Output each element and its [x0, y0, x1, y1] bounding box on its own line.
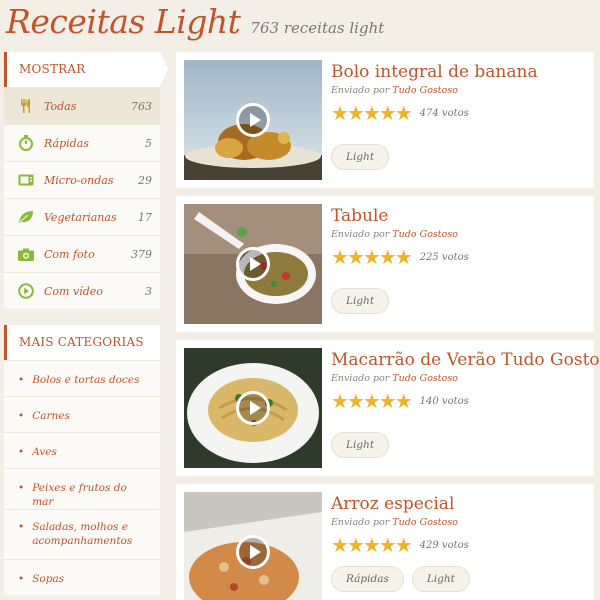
recipe-thumbnail[interactable]: [184, 492, 322, 600]
author-link[interactable]: Tudo Gostoso: [392, 373, 458, 384]
category-label: Aves: [32, 446, 57, 458]
utensils-icon: [18, 98, 34, 114]
author-link[interactable]: Tudo Gostoso: [392, 229, 458, 240]
filter-vegetarianas[interactable]: Vegetarianas 17: [4, 198, 160, 235]
filter-panel-title: MOSTRAR: [4, 52, 168, 87]
microwave-icon: [18, 172, 34, 188]
filter-count: 3: [145, 284, 152, 298]
recipe-card: Macarrão de Verão Tudo Gostoso Enviado p…: [176, 340, 600, 476]
play-video-icon[interactable]: [236, 247, 270, 281]
page-title: Receitas Light: [6, 2, 241, 41]
recipe-title[interactable]: Macarrão de Verão Tudo Gostoso: [331, 348, 600, 372]
recipe-title[interactable]: Bolo integral de banana: [331, 60, 588, 84]
recipe-list: Bolo integral de banana Enviado por Tudo…: [176, 52, 600, 600]
filter-label: Com vídeo: [44, 284, 103, 298]
category-link[interactable]: • Bolos e tortas doces: [4, 360, 160, 396]
filter-panel: MOSTRAR Todas 763 Rápidas 5 Micro-ondas …: [4, 52, 168, 309]
filter-count: 17: [138, 210, 152, 224]
bullet-icon: •: [18, 573, 25, 585]
recipe-title[interactable]: Arroz especial: [331, 492, 588, 516]
bullet-icon: •: [18, 521, 25, 533]
vote-count: 225 votos: [419, 251, 469, 263]
page-header: Receitas Light 763 receitas light: [6, 0, 384, 44]
recipe-card: Bolo integral de banana Enviado por Tudo…: [176, 52, 594, 188]
recipe-byline: Enviado por Tudo Gostoso: [331, 85, 588, 96]
category-label: Bolos e tortas doces: [32, 374, 140, 386]
category-link[interactable]: • Aves: [4, 432, 160, 468]
star-rating-icon: ★★★★★: [331, 101, 413, 125]
bullet-icon: •: [18, 410, 25, 422]
categories-panel-title: MAIS CATEGORIAS: [4, 325, 160, 360]
tag-light[interactable]: Light: [411, 566, 470, 592]
play-circle-icon: [18, 283, 34, 299]
filter-label: Todas: [44, 99, 77, 113]
star-rating-icon: ★★★★★: [331, 245, 413, 269]
recipe-byline: Enviado por Tudo Gostoso: [331, 373, 588, 384]
recipe-byline: Enviado por Tudo Gostoso: [331, 517, 588, 528]
recipe-thumbnail[interactable]: [184, 204, 322, 324]
category-link[interactable]: • Saladas, molhos e acompanhamentos: [4, 509, 160, 559]
timer-icon: [18, 135, 34, 151]
vote-count: 140 votos: [419, 395, 469, 407]
filter-label: Rápidas: [44, 136, 89, 150]
sidebar: MOSTRAR Todas 763 Rápidas 5 Micro-ondas …: [4, 52, 168, 600]
recipe-rating: ★★★★★ 140 votos: [331, 389, 588, 413]
tag-light[interactable]: Light: [331, 144, 390, 170]
filter-com-video[interactable]: Com vídeo 3: [4, 272, 160, 309]
bullet-icon: •: [18, 482, 25, 494]
author-link[interactable]: Tudo Gostoso: [392, 85, 458, 96]
play-video-icon[interactable]: [236, 535, 270, 569]
filter-count: 5: [145, 136, 152, 150]
leaf-icon: [18, 209, 34, 225]
byline-prefix: Enviado por: [331, 517, 390, 528]
recipe-rating: ★★★★★ 429 votos: [331, 533, 588, 557]
recipe-thumbnail[interactable]: [184, 60, 322, 180]
category-label: Saladas, molhos e acompanhamentos: [32, 521, 133, 547]
category-link[interactable]: • Peixes e frutos do mar: [4, 468, 160, 509]
category-label: Carnes: [32, 410, 70, 422]
star-rating-icon: ★★★★★: [331, 389, 413, 413]
filter-label: Micro-ondas: [44, 173, 114, 187]
filter-count: 763: [131, 99, 152, 113]
recipe-card: Tabule Enviado por Tudo Gostoso ★★★★★ 22…: [176, 196, 594, 332]
category-link[interactable]: • Carnes: [4, 396, 160, 432]
filter-rapidas[interactable]: Rápidas 5: [4, 124, 160, 161]
play-video-icon[interactable]: [236, 103, 270, 137]
camera-icon: [18, 246, 34, 262]
recipe-rating: ★★★★★ 225 votos: [331, 245, 588, 269]
recipe-count: 763 receitas light: [250, 19, 385, 37]
tag-rapidas[interactable]: Rápidas: [331, 566, 404, 592]
recipe-rating: ★★★★★ 474 votos: [331, 101, 588, 125]
filter-label: Com foto: [44, 247, 95, 261]
category-label: Peixes e frutos do mar: [32, 482, 127, 508]
byline-prefix: Enviado por: [331, 373, 390, 384]
tag-light[interactable]: Light: [331, 288, 390, 314]
category-label: Sopas: [32, 573, 65, 585]
filter-count: 379: [131, 247, 152, 261]
recipe-thumbnail[interactable]: [184, 348, 322, 468]
author-link[interactable]: Tudo Gostoso: [392, 517, 458, 528]
byline-prefix: Enviado por: [331, 85, 390, 96]
play-video-icon[interactable]: [236, 391, 270, 425]
bullet-icon: •: [18, 446, 25, 458]
recipe-title[interactable]: Tabule: [331, 204, 588, 228]
category-link[interactable]: • Sopas: [4, 559, 160, 595]
byline-prefix: Enviado por: [331, 229, 390, 240]
tag-light[interactable]: Light: [331, 432, 390, 458]
star-rating-icon: ★★★★★: [331, 533, 413, 557]
filter-label: Vegetarianas: [44, 210, 117, 224]
filter-micro-ondas[interactable]: Micro-ondas 29: [4, 161, 160, 198]
filter-count: 29: [138, 173, 152, 187]
bullet-icon: •: [18, 374, 25, 386]
vote-count: 474 votos: [419, 107, 469, 119]
categories-panel: MAIS CATEGORIAS • Bolos e tortas doces • C…: [4, 325, 160, 595]
filter-com-foto[interactable]: Com foto 379: [4, 235, 160, 272]
filter-todas[interactable]: Todas 763: [4, 87, 160, 124]
vote-count: 429 votos: [419, 539, 469, 551]
recipe-byline: Enviado por Tudo Gostoso: [331, 229, 588, 240]
recipe-card: Arroz especial Enviado por Tudo Gostoso …: [176, 484, 594, 600]
